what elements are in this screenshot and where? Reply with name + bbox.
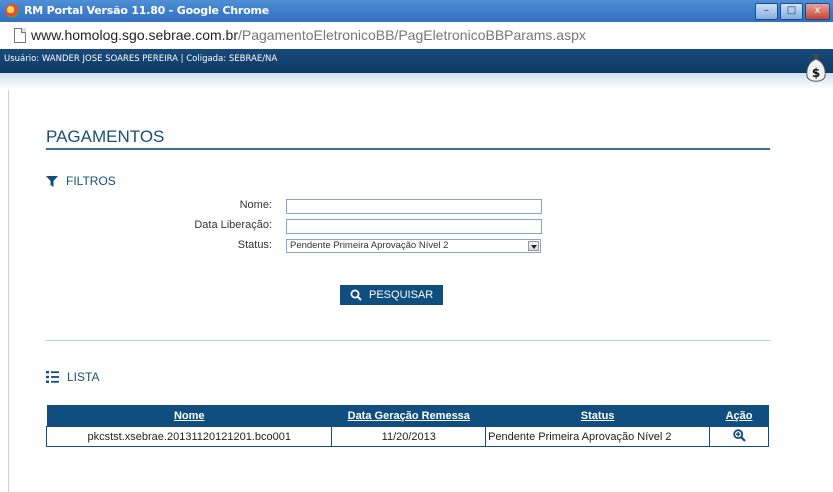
filters-heading[interactable]: FILTROS: [46, 174, 116, 188]
data-liberacao-input[interactable]: [286, 219, 542, 234]
window-controls: – □ x: [755, 3, 830, 20]
url-text[interactable]: www.homolog.sgo.sebrae.com.br/PagamentoE…: [31, 27, 586, 43]
page-title: PAGAMENTOS: [46, 127, 165, 146]
url-host: www.homolog.sgo.sebrae.com.br: [31, 27, 238, 43]
list-icon: [46, 371, 59, 383]
address-bar[interactable]: www.homolog.sgo.sebrae.com.br/PagamentoE…: [0, 22, 833, 50]
column-header-nome[interactable]: Nome: [46, 405, 332, 427]
filter-icon: [46, 175, 58, 187]
page-icon: [14, 28, 26, 43]
portal-subbar: [0, 73, 833, 89]
zoom-in-icon[interactable]: [732, 428, 746, 442]
window-title: RM Portal Versão 11.80 - Google Chrome: [24, 4, 270, 17]
table-row: pkcstst.xsebrae.20131120121201.bco001 11…: [45, 426, 769, 447]
search-button[interactable]: PESQUISAR: [340, 285, 443, 305]
search-button-label: PESQUISAR: [369, 289, 434, 301]
table-header-row: Nome Data Geração Remessa Status Ação: [46, 405, 769, 427]
url-path: /PagamentoEletronicoBB/PagEletronicoBBPa…: [238, 27, 586, 43]
svg-text:$: $: [812, 66, 820, 80]
results-table: Nome Data Geração Remessa Status Ação pk…: [45, 405, 769, 447]
title-divider: [46, 148, 770, 150]
list-heading-label: LISTA: [67, 370, 100, 384]
filters-heading-label: FILTROS: [66, 174, 116, 188]
dropdown-arrow-icon[interactable]: [528, 241, 539, 251]
user-info: Usuário: WANDER JOSE SOARES PEREIRA | Co…: [4, 54, 278, 64]
list-heading[interactable]: LISTA: [46, 370, 99, 384]
nome-input[interactable]: [286, 199, 542, 214]
content-frame-border: [8, 90, 9, 492]
cell-nome: pkcstst.xsebrae.20131120121201.bco001: [45, 426, 333, 447]
column-header-data[interactable]: Data Geração Remessa: [331, 405, 486, 427]
status-label: Status:: [237, 239, 272, 251]
cell-data: 11/20/2013: [331, 426, 487, 447]
close-button[interactable]: x: [805, 3, 830, 20]
section-divider: [46, 340, 770, 341]
chrome-icon: [5, 4, 19, 18]
nome-label: Nome:: [239, 199, 272, 211]
money-bag-icon[interactable]: $: [805, 52, 827, 86]
search-icon: [350, 289, 362, 301]
cell-status: Pendente Primeira Aprovação Nível 2: [485, 426, 711, 447]
maximize-button[interactable]: □: [780, 3, 803, 20]
column-header-acao: Ação: [709, 405, 769, 427]
minimize-button[interactable]: –: [755, 3, 778, 20]
column-header-status[interactable]: Status: [485, 405, 710, 427]
status-select[interactable]: Pendente Primeira Aprovação Nível 2: [286, 239, 541, 253]
portal-header: Usuário: WANDER JOSE SOARES PEREIRA | Co…: [0, 49, 833, 73]
cell-acao: [709, 426, 769, 447]
window-title-bar: RM Portal Versão 11.80 - Google Chrome –…: [0, 0, 833, 22]
data-liberacao-label: Data Liberação:: [194, 219, 272, 231]
status-selected-value: Pendente Primeira Aprovação Nível 2: [290, 240, 449, 251]
